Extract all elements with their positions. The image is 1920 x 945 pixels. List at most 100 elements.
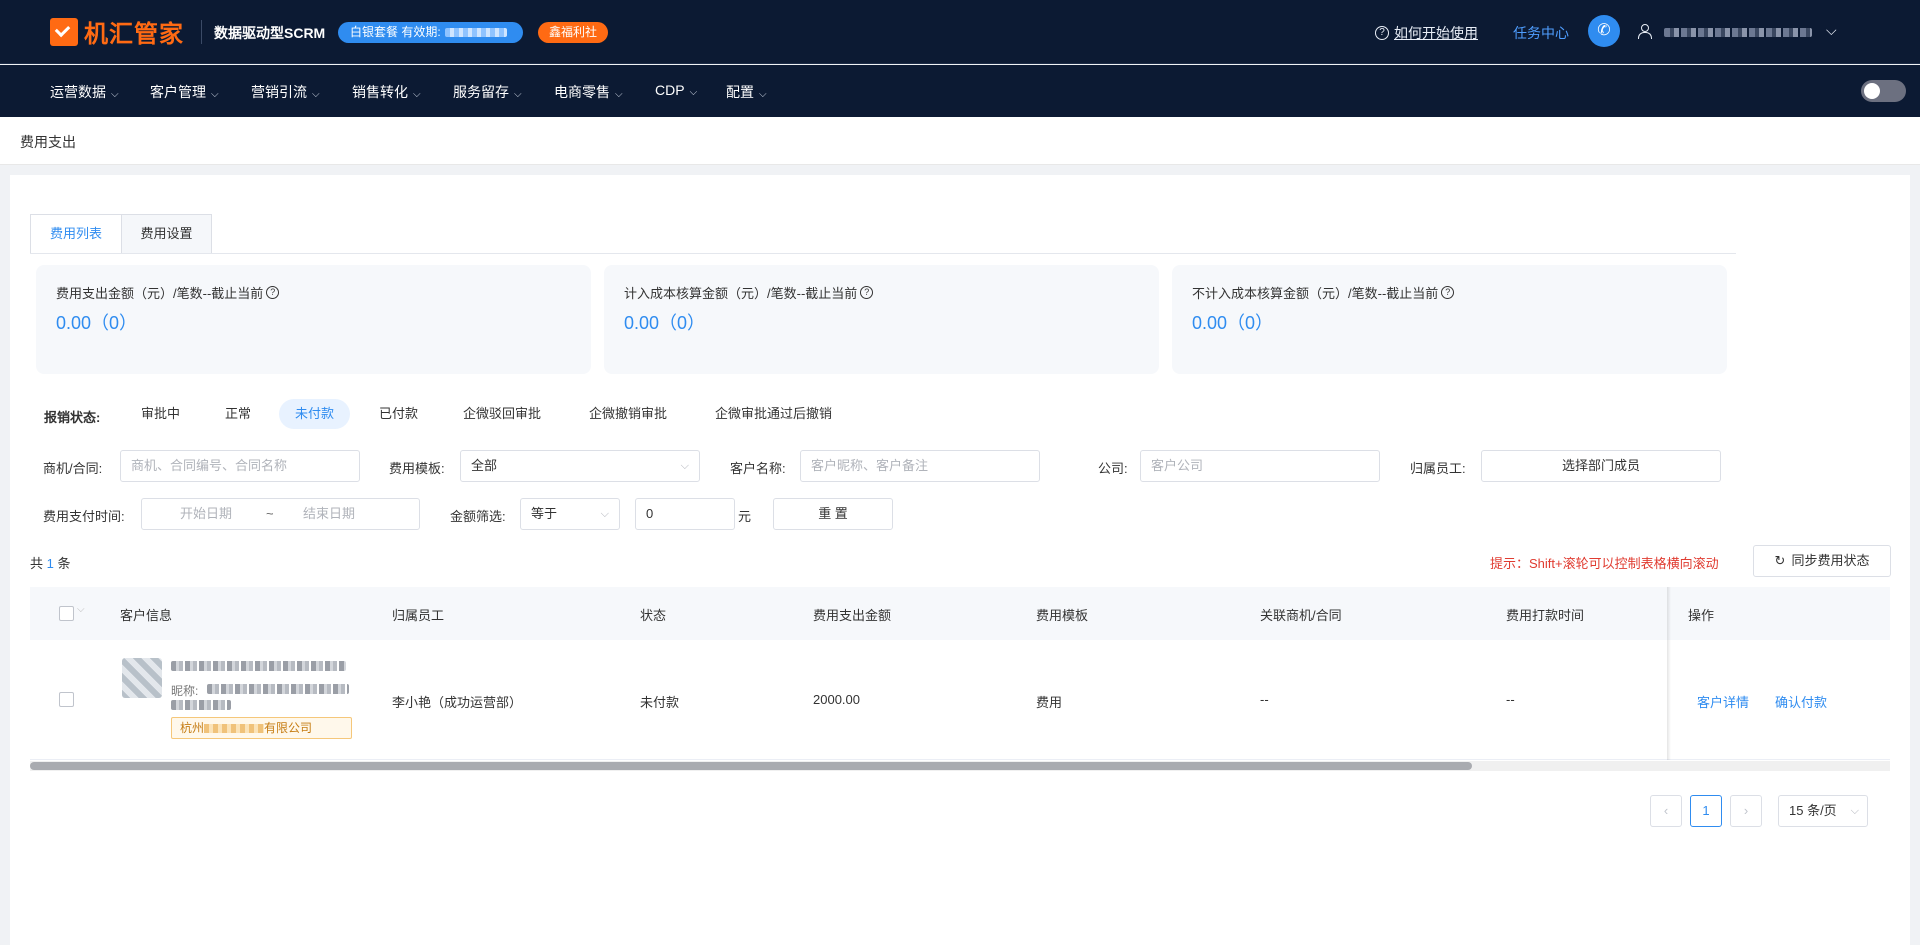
template-label: 费用模板: bbox=[389, 461, 445, 476]
sync-label: 同步费用状态 bbox=[1791, 553, 1870, 568]
question-icon[interactable]: ? bbox=[860, 286, 874, 299]
confirm-payment-link[interactable]: 确认付款 bbox=[1775, 692, 1827, 711]
question-icon[interactable]: ? bbox=[266, 286, 280, 299]
col-opportunity: 关联商机/合同 bbox=[1260, 608, 1342, 623]
company-name-redacted bbox=[204, 724, 265, 734]
nav-label: 服务留存 bbox=[453, 84, 509, 100]
select-department-member-button[interactable]: 选择部门成员 bbox=[1481, 450, 1721, 482]
chevron-down-icon: ⌵ bbox=[211, 89, 219, 100]
total-number: 1 bbox=[46, 556, 54, 571]
chevron-down-icon: ⌵ bbox=[413, 89, 421, 100]
company-input[interactable]: 客户公司 bbox=[1140, 450, 1380, 482]
sync-status-button[interactable]: ↻ 同步费用状态 bbox=[1753, 545, 1891, 577]
status-option-wecom-rejected[interactable]: 企微驳回审批 bbox=[447, 399, 557, 429]
status-option-paid[interactable]: 已付款 bbox=[363, 399, 434, 429]
horizontal-scrollbar[interactable] bbox=[30, 761, 1890, 771]
cell-template: 费用 bbox=[1036, 695, 1063, 710]
cell-employee: 李小艳（成功运营部） bbox=[392, 695, 523, 710]
prev-page-button[interactable]: ‹ bbox=[1650, 795, 1682, 827]
customer-name-redacted[interactable] bbox=[171, 661, 346, 671]
opportunity-label: 商机/合同: bbox=[43, 461, 103, 476]
phone-button[interactable]: ✆ bbox=[1588, 15, 1620, 47]
col-status: 状态 bbox=[640, 608, 667, 623]
end-date-input[interactable]: 结束日期 bbox=[303, 499, 355, 529]
nav-item-operations[interactable]: 运营数据 ⌵ bbox=[50, 82, 119, 102]
main-nav: 运营数据 ⌵ 客户管理 ⌵ 营销引流 ⌵ 销售转化 ⌵ 服务留存 ⌵ 电商零售 ⌵ CDP ⌵… bbox=[0, 65, 1920, 117]
stat-card-uncounted: 不计入成本核算金额（元）/笔数--截止当前? 0.00（0） bbox=[1172, 265, 1727, 374]
page-size-select[interactable]: 15 条/页 ⌵ bbox=[1778, 795, 1868, 827]
nav-item-cdp[interactable]: CDP ⌵ bbox=[655, 82, 697, 98]
question-icon: ? bbox=[1375, 26, 1389, 40]
col-customer-info: 客户信息 bbox=[120, 608, 173, 623]
next-page-button[interactable]: › bbox=[1730, 795, 1762, 827]
company-name-prefix: 杭州 bbox=[180, 721, 205, 735]
amount-operator-value: 等于 bbox=[531, 506, 558, 521]
status-option-normal[interactable]: 正常 bbox=[209, 399, 267, 429]
chevron-right-icon: › bbox=[1743, 803, 1749, 818]
customer-detail-link[interactable]: 客户详情 bbox=[1697, 692, 1749, 711]
reset-button[interactable]: 重 置 bbox=[773, 498, 893, 530]
product-name: 数据驱动型SCRM bbox=[214, 25, 326, 41]
amount-filter-label: 金额筛选: bbox=[450, 509, 506, 524]
tab-expense-settings[interactable]: 费用设置 bbox=[122, 214, 212, 254]
total-count: 共 1 条 bbox=[30, 553, 71, 572]
nav-item-marketing[interactable]: 营销引流 ⌵ bbox=[251, 82, 320, 102]
start-date-input[interactable]: 开始日期 bbox=[180, 499, 232, 529]
customer-name-input[interactable]: 客户昵称、客户备注 bbox=[800, 450, 1040, 482]
status-option-wecom-revoked[interactable]: 企微撤销审批 bbox=[573, 399, 683, 429]
chevron-down-icon: ⌵ bbox=[689, 87, 698, 98]
pay-time-range[interactable]: 开始日期 ~ 结束日期 bbox=[141, 498, 420, 530]
nav-label: 运营数据 bbox=[50, 84, 106, 100]
page-title: 费用支出 bbox=[20, 134, 76, 150]
amount-operator-select[interactable]: 等于 ⌵ bbox=[520, 498, 620, 530]
nav-item-service[interactable]: 服务留存 ⌵ bbox=[453, 82, 522, 102]
help-label: 如何开始使用 bbox=[1394, 25, 1478, 41]
chevron-down-icon: ⌵ bbox=[1850, 805, 1859, 817]
page-number[interactable]: 1 bbox=[1690, 795, 1722, 827]
chevron-down-icon[interactable]: ⌵ bbox=[1826, 22, 1837, 39]
welfare-badge[interactable]: 鑫福利社 bbox=[538, 22, 608, 43]
status-option-reviewing[interactable]: 审批中 bbox=[125, 399, 196, 429]
help-link[interactable]: ? 如何开始使用 bbox=[1375, 23, 1478, 43]
template-value: 全部 bbox=[471, 458, 498, 473]
nav-item-customers[interactable]: 客户管理 ⌵ bbox=[150, 82, 219, 102]
select-all-checkbox[interactable] bbox=[59, 606, 74, 621]
brand-name: 机汇管家 bbox=[84, 20, 184, 48]
chevron-down-icon: ⌵ bbox=[111, 89, 119, 100]
plan-badge[interactable]: 白银套餐 有效期: bbox=[338, 22, 523, 43]
nav-label: 销售转化 bbox=[352, 84, 408, 100]
company-label: 公司: bbox=[1098, 461, 1128, 476]
amount-value-input[interactable]: 0 bbox=[635, 498, 735, 530]
scrollbar-thumb[interactable] bbox=[30, 762, 1472, 770]
plan-expiry-redacted bbox=[444, 28, 507, 38]
nav-item-ecommerce[interactable]: 电商零售 ⌵ bbox=[554, 82, 623, 102]
nickname-label: 昵称: bbox=[171, 684, 199, 698]
company-name-suffix: 有限公司 bbox=[264, 721, 313, 735]
theme-toggle[interactable] bbox=[1861, 80, 1906, 102]
page-header: 费用支出 bbox=[0, 117, 1920, 165]
table-header: ⌵ 客户信息 归属员工 状态 费用支出金额 费用模板 关联商机/合同 费用打款时… bbox=[30, 587, 1890, 640]
date-separator: ~ bbox=[266, 506, 274, 521]
user-name-redacted[interactable] bbox=[1664, 28, 1812, 37]
nav-item-config[interactable]: 配置 ⌵ bbox=[726, 82, 767, 102]
template-select[interactable]: 全部 ⌵ bbox=[460, 450, 700, 482]
amount-unit: 元 bbox=[738, 509, 752, 524]
row-checkbox[interactable] bbox=[59, 692, 74, 707]
col-template: 费用模板 bbox=[1036, 608, 1089, 623]
tab-expense-list[interactable]: 费用列表 bbox=[30, 214, 122, 254]
brand-logo[interactable]: 机汇管家 bbox=[50, 14, 184, 49]
nav-label: 电商零售 bbox=[554, 84, 610, 100]
status-option-unpaid[interactable]: 未付款 bbox=[279, 399, 351, 429]
stat-title: 不计入成本核算金额（元）/笔数--截止当前? bbox=[1192, 283, 1455, 302]
chevron-down-icon: ⌵ bbox=[615, 89, 623, 100]
task-center-link[interactable]: 任务中心 bbox=[1513, 23, 1569, 43]
customer-avatar bbox=[122, 658, 162, 698]
nav-item-sales[interactable]: 销售转化 ⌵ bbox=[352, 82, 421, 102]
scroll-tip: 提示：Shift+滚轮可以控制表格横向滚动 bbox=[1490, 556, 1719, 571]
top-bar: 机汇管家 数据驱动型SCRM 白银套餐 有效期: 鑫福利社 ? 如何开始使用 任… bbox=[0, 0, 1920, 64]
stat-title: 费用支出金额（元）/笔数--截止当前? bbox=[56, 283, 280, 302]
question-icon[interactable]: ? bbox=[1441, 286, 1455, 299]
status-option-wecom-approved-revoked[interactable]: 企微审批通过后撤销 bbox=[699, 399, 848, 429]
chevron-down-icon[interactable]: ⌵ bbox=[77, 604, 85, 615]
opportunity-input[interactable]: 商机、合同编号、合同名称 bbox=[120, 450, 360, 482]
